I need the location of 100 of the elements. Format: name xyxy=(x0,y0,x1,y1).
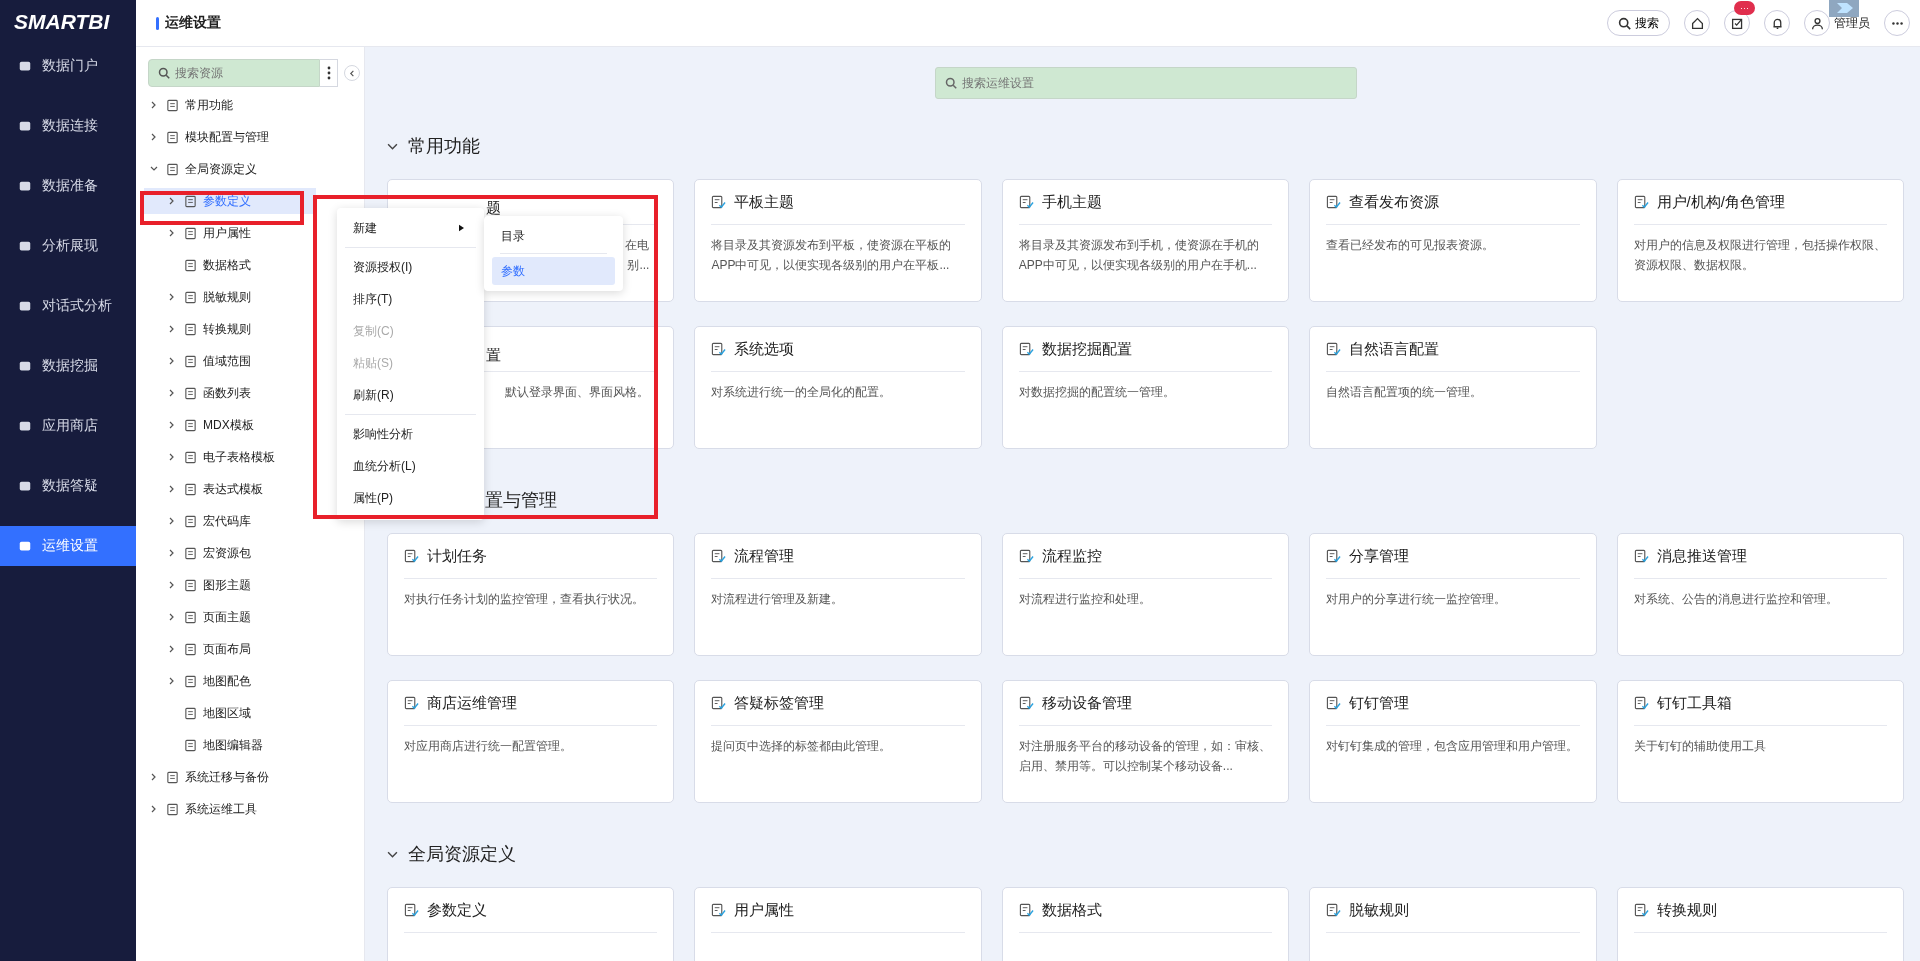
tree-item[interactable]: 宏代码库 xyxy=(144,508,316,534)
feature-card[interactable]: 平板主题 将目录及其资源发布到平板，使资源在平板的APP中可见，以便实现各级别的用户在平板... xyxy=(694,179,982,302)
card-title: 自然语言配置 xyxy=(1349,339,1440,359)
card-title: 数据挖掘配置 xyxy=(1041,339,1132,359)
tree-item[interactable]: 页面布局 xyxy=(144,636,316,662)
nav-item[interactable]: 数据门户 xyxy=(0,46,136,86)
feature-card[interactable]: 手机主题 将目录及其资源发布到手机，使资源在手机的APP中可见，以便实现各级别的用户在手机... xyxy=(1001,179,1290,302)
feature-card[interactable]: 答疑标签管理 提问页中选择的标签都由此管理。 xyxy=(694,680,982,803)
document-icon xyxy=(1326,548,1342,564)
bell-icon xyxy=(1770,16,1784,30)
tree-item[interactable]: 数据格式 xyxy=(144,252,316,278)
feature-card[interactable]: 用户/机构/角色管理 对用户的信息及权限进行管理，包括操作权限、资源权限、数据权限。 xyxy=(1616,179,1904,302)
tree-item[interactable]: 全局资源定义 xyxy=(136,156,364,182)
feature-card[interactable]: 流程监控 对流程进行监控和处理。 xyxy=(1001,533,1290,656)
tree-item[interactable]: 地图配色 xyxy=(144,668,316,694)
tree-item[interactable]: 函数列表 xyxy=(144,380,316,406)
document-icon xyxy=(404,902,419,918)
tree-item[interactable]: 值域范围 xyxy=(144,348,316,374)
nav-item[interactable]: 运维设置 xyxy=(0,526,136,566)
menu-item[interactable]: 属性(P) xyxy=(337,482,484,514)
tree-item[interactable]: 地图区域 xyxy=(144,700,316,726)
tree-item[interactable]: 表达式模板 xyxy=(144,476,316,502)
document-icon xyxy=(184,386,197,400)
tree-item[interactable]: 转换规则 xyxy=(144,316,316,342)
search-field[interactable]: 搜索运维设置 xyxy=(934,67,1357,99)
menu-item[interactable]: 新建 xyxy=(337,212,484,244)
feature-card[interactable]: 脱敏规则 xyxy=(1309,887,1597,961)
home-button[interactable] xyxy=(1684,10,1710,36)
document-icon xyxy=(1633,695,1649,711)
document-icon xyxy=(1018,695,1034,711)
tree-item[interactable]: 系统运维工具 xyxy=(136,796,364,822)
tree-item[interactable]: 图形主题 xyxy=(144,572,316,598)
search-icon xyxy=(158,67,170,79)
tree-item[interactable]: 系统迁移与备份 xyxy=(136,764,364,790)
document-icon xyxy=(711,902,727,918)
user-name: 管理员 xyxy=(1834,14,1870,32)
tree-item[interactable]: 模块配置与管理 xyxy=(136,124,364,150)
more-button[interactable] xyxy=(320,59,338,87)
feature-card[interactable]: 流程管理 对流程进行管理及新建。 xyxy=(694,533,982,656)
feature-card[interactable]: 消息推送管理 对系统、公告的消息进行监控和管理。 xyxy=(1616,533,1904,656)
feature-card[interactable]: 用户属性 xyxy=(694,887,982,961)
tree-item[interactable]: MDX模板 xyxy=(144,412,316,438)
tree-item[interactable]: 常用功能 xyxy=(136,92,364,118)
document-icon xyxy=(184,610,197,624)
feature-card[interactable]: 转换规则 xyxy=(1616,887,1904,961)
checkbox-icon xyxy=(1730,16,1744,30)
feature-card[interactable]: 商店运维管理 对应用商店进行统一配置管理。 xyxy=(387,680,675,803)
menu-item[interactable]: 排序(T) xyxy=(337,283,484,315)
nav-item[interactable]: 数据连接 xyxy=(0,106,136,146)
feature-card[interactable]: 计划任务 对执行任务计划的监控管理，查看执行状况。 xyxy=(387,533,675,656)
menu-item[interactable]: 资源授权(I) xyxy=(337,251,484,283)
search-field[interactable]: 搜索资源 xyxy=(148,59,320,87)
collapse-button[interactable] xyxy=(344,65,360,81)
task-button[interactable] xyxy=(1724,10,1750,36)
card-title: 流程管理 xyxy=(734,546,795,566)
feature-card[interactable]: 分享管理 对用户的分享进行统一监控管理。 xyxy=(1309,533,1597,656)
feature-card[interactable]: 系统选项 对系统进行统一的全局化的配置。 xyxy=(694,326,982,449)
tree-item[interactable]: 地图编辑器 xyxy=(144,732,316,758)
document-icon xyxy=(184,674,197,688)
card-title: 消息推送管理 xyxy=(1656,546,1747,566)
feature-card[interactable]: 数据挖掘配置 对数据挖掘的配置统一管理。 xyxy=(1001,326,1290,449)
bell-button[interactable] xyxy=(1764,10,1790,36)
nav-item[interactable]: 数据准备 xyxy=(0,166,136,206)
tree-item[interactable]: 电子表格模板 xyxy=(144,444,316,470)
document-icon xyxy=(184,258,197,272)
document-icon xyxy=(184,194,197,208)
feature-card[interactable]: 数据格式 xyxy=(1001,887,1290,961)
card-title: 钉钉工具箱 xyxy=(1656,693,1732,713)
tree-item[interactable]: 宏资源包 xyxy=(144,540,316,566)
nav-item[interactable]: 应用商店 xyxy=(0,406,136,446)
feature-card[interactable]: 钉钉管理 对钉钉集成的管理，包含应用管理和用户管理。 xyxy=(1309,680,1597,803)
card-description: 别... xyxy=(627,257,650,274)
document-icon xyxy=(166,130,179,144)
tree-item[interactable]: 用户属性 xyxy=(144,220,316,246)
feature-card[interactable]: 查看发布资源 查看已经发布的可见报表资源。 xyxy=(1309,179,1597,302)
card-title: 转换规则 xyxy=(1656,900,1717,920)
document-icon xyxy=(184,290,197,304)
tree-item[interactable]: 页面主题 xyxy=(144,604,316,630)
feature-card[interactable]: 钉钉工具箱 关于钉钉的辅助使用工具 xyxy=(1616,680,1904,803)
user-button[interactable] xyxy=(1804,10,1830,36)
card-description: 对钉钉集成的管理，包含应用管理和用户管理。 xyxy=(1326,738,1580,755)
menu-item[interactable]: 目录 xyxy=(492,222,615,250)
nav-item[interactable]: 数据答疑 xyxy=(0,466,136,506)
feature-card[interactable]: 参数定义 xyxy=(387,887,675,961)
nav-item[interactable]: 数据挖掘 xyxy=(0,346,136,386)
feature-card[interactable]: 自然语言配置 自然语言配置项的统一管理。 xyxy=(1309,326,1597,449)
document-icon xyxy=(1326,341,1342,357)
nav-item[interactable]: 对话式分析 xyxy=(0,286,136,326)
document-icon xyxy=(184,418,197,432)
search-icon xyxy=(1618,16,1631,30)
search-button[interactable]: 搜索 xyxy=(1607,10,1670,36)
menu-item[interactable]: 血统分析(L) xyxy=(337,450,484,482)
menu-item[interactable]: 参数 xyxy=(492,257,615,285)
tree-item[interactable]: 脱敏规则 xyxy=(144,284,316,310)
arrow-graphic xyxy=(1829,0,1859,17)
document-icon xyxy=(1018,194,1034,210)
feature-card[interactable]: 移动设备管理 对注册服务平台的移动设备的管理，如：审核、启用、禁用等。可以控制某个移动设备... xyxy=(1001,680,1290,803)
user-icon xyxy=(1810,16,1824,30)
nav-item[interactable]: 分析展现 xyxy=(0,226,136,266)
card-description: 对系统、公告的消息进行监控和管理。 xyxy=(1633,591,1839,608)
